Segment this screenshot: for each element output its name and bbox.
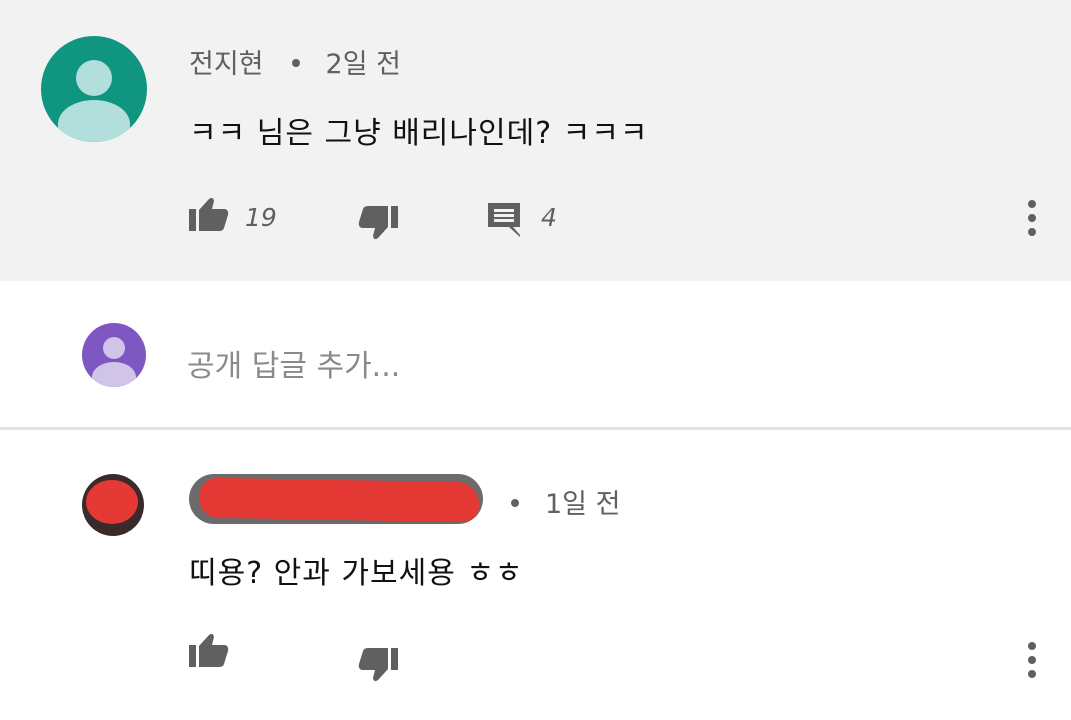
- like-count: 19: [245, 203, 277, 232]
- reply-count[interactable]: 4: [541, 203, 557, 232]
- reply-icon[interactable]: [485, 201, 523, 239]
- avatar[interactable]: [82, 474, 144, 536]
- timestamp[interactable]: 1일 전: [545, 489, 620, 520]
- reply-box[interactable]: 공개 답글 추가...: [0, 281, 1071, 429]
- separator-dot: [291, 58, 300, 67]
- comment-card: 전지현 2일 전 ㅋㅋ 님은 그냥 배리나인데? ㅋㅋㅋ 19 4: [0, 0, 1071, 281]
- author-name[interactable]: 전지현: [189, 49, 264, 80]
- comment-meta: 전지현 2일 전: [189, 42, 401, 81]
- author-name-redacted[interactable]: [189, 474, 483, 524]
- dislike-icon[interactable]: [357, 646, 399, 684]
- separator-dot: [511, 498, 519, 507]
- more-icon[interactable]: [1027, 198, 1037, 238]
- comment-meta: 1일 전: [483, 482, 620, 521]
- comment-text: ㅋㅋ 님은 그냥 배리나인데? ㅋㅋㅋ: [189, 116, 649, 151]
- like-icon[interactable]: [188, 632, 230, 670]
- comment-card: 1일 전 띠용? 안과 가보세용 ㅎㅎ: [0, 430, 1071, 720]
- avatar: [82, 323, 146, 387]
- dislike-icon[interactable]: [357, 204, 399, 242]
- reply-input[interactable]: 공개 답글 추가...: [187, 341, 400, 385]
- timestamp[interactable]: 2일 전: [326, 49, 401, 80]
- avatar[interactable]: [41, 36, 147, 142]
- more-icon[interactable]: [1027, 640, 1037, 680]
- like-icon[interactable]: [188, 196, 230, 234]
- comment-text: 띠용? 안과 가보세용 ㅎㅎ: [189, 556, 524, 591]
